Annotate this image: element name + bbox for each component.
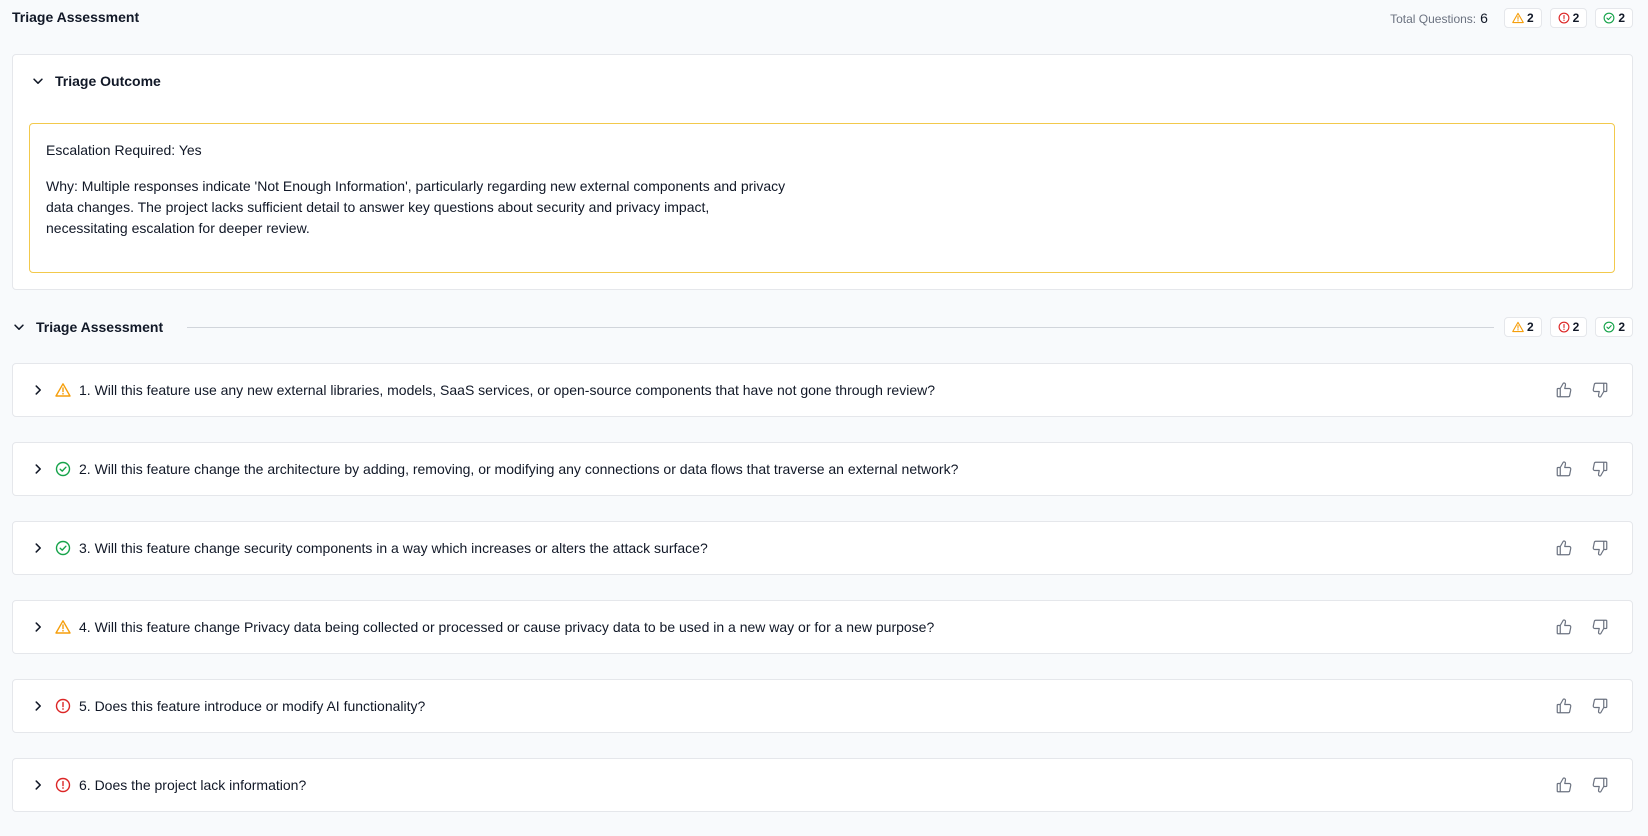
- success-count: 2: [1618, 11, 1625, 25]
- question-row-1[interactable]: 1. Will this feature use any new externa…: [12, 363, 1633, 417]
- total-questions: Total Questions: 6: [1390, 10, 1496, 26]
- triage-assessment-toggle[interactable]: Triage Assessment: [12, 319, 163, 335]
- chevron-down-icon: [33, 78, 43, 84]
- chevron-right-icon[interactable]: [31, 778, 45, 792]
- thumbs-up-icon[interactable]: [1555, 381, 1573, 399]
- thumbs-down-icon[interactable]: [1591, 539, 1609, 557]
- summary-badges: Total Questions: 6 2 2 2: [1390, 8, 1633, 28]
- triage-outcome-toggle[interactable]: Triage Outcome: [31, 73, 161, 89]
- thumbs-up-icon[interactable]: [1555, 539, 1573, 557]
- section-badges: 2 2 2: [1503, 317, 1633, 337]
- question-row-3[interactable]: 3. Will this feature change security com…: [12, 521, 1633, 575]
- question-row-4[interactable]: 4. Will this feature change Privacy data…: [12, 600, 1633, 654]
- thumbs-down-icon[interactable]: [1591, 460, 1609, 478]
- error-count-badge: 2: [1549, 8, 1588, 28]
- question-row-2[interactable]: 2. Will this feature change the architec…: [12, 442, 1633, 496]
- feedback-actions: [1555, 776, 1609, 794]
- page-title: Triage Assessment: [12, 9, 140, 25]
- warning-triangle-icon: [55, 382, 71, 398]
- success-count-badge: 2: [1595, 8, 1633, 28]
- feedback-actions: [1555, 381, 1609, 399]
- chevron-down-icon: [14, 324, 24, 330]
- thumbs-down-icon[interactable]: [1591, 618, 1609, 636]
- alert-circle-icon: [55, 698, 71, 714]
- top-bar: Triage Assessment Total Questions: 6 2 2…: [0, 0, 1648, 36]
- chevron-right-icon[interactable]: [31, 620, 45, 634]
- thumbs-down-icon[interactable]: [1591, 697, 1609, 715]
- triage-assessment-section-header: Triage Assessment 2 2 2: [12, 316, 1633, 338]
- feedback-actions: [1555, 539, 1609, 557]
- warning-count-badge: 2: [1503, 317, 1542, 337]
- question-text: 4. Will this feature change Privacy data…: [79, 619, 935, 635]
- question-text: 3. Will this feature change security com…: [79, 540, 708, 556]
- chevron-right-icon[interactable]: [31, 383, 45, 397]
- feedback-actions: [1555, 697, 1609, 715]
- check-circle-icon: [1603, 321, 1615, 333]
- warning-triangle-icon: [1512, 321, 1524, 333]
- thumbs-up-icon[interactable]: [1555, 776, 1573, 794]
- warning-count: 2: [1526, 11, 1534, 25]
- feedback-actions: [1555, 460, 1609, 478]
- check-circle-icon: [55, 461, 71, 477]
- triage-assessment-title: Triage Assessment: [36, 319, 164, 335]
- question-text: 5. Does this feature introduce or modify…: [79, 698, 426, 714]
- thumbs-up-icon[interactable]: [1555, 697, 1573, 715]
- success-count-badge: 2: [1595, 317, 1633, 337]
- triage-outcome-box: Escalation Required: Yes Why: Multiple r…: [29, 123, 1615, 273]
- error-count: 2: [1572, 320, 1580, 334]
- triage-outcome-card: Triage Outcome Escalation Required: Yes …: [12, 54, 1633, 290]
- chevron-right-icon[interactable]: [31, 541, 45, 555]
- error-count: 2: [1572, 11, 1580, 25]
- thumbs-up-icon[interactable]: [1555, 460, 1573, 478]
- success-count: 2: [1618, 320, 1625, 334]
- chevron-right-icon[interactable]: [31, 699, 45, 713]
- question-text: 6. Does the project lack information?: [79, 777, 307, 793]
- section-divider: [187, 326, 1494, 328]
- question-row-6[interactable]: 6. Does the project lack information?: [12, 758, 1633, 812]
- question-text: 2. Will this feature change the architec…: [79, 461, 959, 477]
- thumbs-down-icon[interactable]: [1591, 776, 1609, 794]
- warning-triangle-icon: [55, 619, 71, 635]
- check-circle-icon: [1603, 12, 1615, 24]
- escalation-status: Escalation Required: Yes: [46, 142, 202, 158]
- thumbs-down-icon[interactable]: [1591, 381, 1609, 399]
- warning-triangle-icon: [1512, 12, 1524, 24]
- alert-circle-icon: [1558, 12, 1570, 24]
- question-text: 1. Will this feature use any new externa…: [79, 382, 936, 398]
- triage-outcome-title: Triage Outcome: [55, 73, 161, 89]
- thumbs-up-icon[interactable]: [1555, 618, 1573, 636]
- error-count-badge: 2: [1549, 317, 1588, 337]
- alert-circle-icon: [55, 777, 71, 793]
- warning-count: 2: [1526, 320, 1534, 334]
- alert-circle-icon: [1558, 321, 1570, 333]
- check-circle-icon: [55, 540, 71, 556]
- total-questions-value: 6: [1480, 10, 1488, 26]
- question-row-5[interactable]: 5. Does this feature introduce or modify…: [12, 679, 1633, 733]
- feedback-actions: [1555, 618, 1609, 636]
- chevron-right-icon[interactable]: [31, 462, 45, 476]
- warning-count-badge: 2: [1503, 8, 1542, 28]
- total-questions-label: Total Questions:: [1390, 12, 1477, 26]
- escalation-reason: Why: Multiple responses indicate 'Not En…: [46, 178, 786, 236]
